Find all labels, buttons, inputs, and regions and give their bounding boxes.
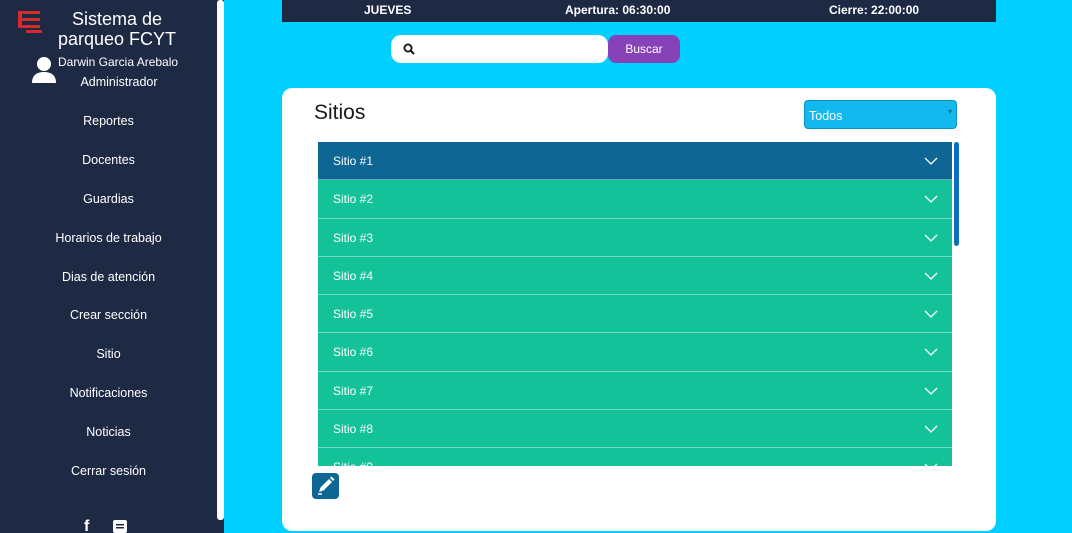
- page-title: Sitios: [314, 101, 366, 124]
- site-row-label: Sitio #2: [333, 192, 374, 207]
- sidebar-item-guardias[interactable]: Guardias: [0, 190, 217, 229]
- site-row[interactable]: Sitio #2: [318, 180, 952, 219]
- list-scrollbar[interactable]: [954, 142, 959, 246]
- sidebar-scrollbar[interactable]: [217, 0, 224, 520]
- chevron-down-icon[interactable]: [924, 422, 938, 436]
- sidebar-item-sitio[interactable]: Sitio: [0, 345, 217, 384]
- pencil-icon: [318, 476, 335, 495]
- filter-value: Todos: [809, 109, 843, 123]
- sidebar-item-cerrar-sesion[interactable]: Cerrar sesión: [0, 462, 217, 501]
- site-row[interactable]: Sitio #5: [318, 295, 952, 334]
- site-row-label: Sitio #4: [333, 268, 374, 283]
- opening-time: Apertura: 06:30:00: [565, 3, 671, 17]
- sidebar: Sistema de parqueo FCYT Darwin Garcia Ar…: [0, 0, 224, 533]
- facebook-icon[interactable]: f: [84, 518, 89, 533]
- site-row-label: Sitio #9: [333, 460, 373, 466]
- site-row-label: Sitio #5: [333, 307, 374, 322]
- site-row-label: Sitio #8: [333, 422, 374, 437]
- schedule-bar: JUEVES Apertura: 06:30:00 Cierre: 22:00:…: [282, 0, 996, 22]
- chevron-down-icon[interactable]: [924, 269, 938, 283]
- chevron-down-icon[interactable]: [924, 154, 938, 168]
- chevron-down-icon[interactable]: [924, 345, 938, 359]
- app-title: Sistema de parqueo FCYT: [57, 9, 177, 49]
- chevron-down-icon: ▾: [947, 107, 952, 116]
- search-button[interactable]: Buscar: [608, 35, 680, 63]
- site-row-label: Sitio #6: [333, 345, 374, 360]
- search-icon: [403, 43, 415, 55]
- current-day: JUEVES: [364, 3, 412, 17]
- site-row-label: Sitio #1: [333, 154, 374, 168]
- site-row[interactable]: Sitio #9: [318, 448, 952, 466]
- search-input[interactable]: [423, 39, 598, 59]
- sidebar-item-docentes[interactable]: Docentes: [0, 151, 217, 190]
- chevron-down-icon[interactable]: [924, 192, 938, 206]
- sidebar-item-notificaciones[interactable]: Notificaciones: [0, 384, 217, 423]
- sidebar-item-crear-seccion[interactable]: Crear sección: [0, 306, 217, 345]
- chevron-down-icon[interactable]: [924, 384, 938, 398]
- site-row[interactable]: Sitio #3: [318, 218, 952, 257]
- edit-button[interactable]: [312, 473, 339, 499]
- search-box: [391, 35, 608, 63]
- sidebar-item-dias-atencion[interactable]: Dias de atención: [0, 268, 217, 307]
- user-avatar-icon: [32, 57, 56, 83]
- site-row[interactable]: Sitio #8: [318, 410, 952, 449]
- site-row[interactable]: Sitio #6: [318, 333, 952, 372]
- sidebar-item-noticias[interactable]: Noticias: [0, 423, 217, 462]
- closing-time: Cierre: 22:00:00: [829, 3, 920, 17]
- sidebar-item-horarios[interactable]: Horarios de trabajo: [0, 229, 217, 268]
- site-row[interactable]: Sitio #1: [318, 142, 952, 181]
- site-row-label: Sitio #7: [333, 383, 374, 398]
- site-row[interactable]: Sitio #7: [318, 371, 952, 411]
- filter-select[interactable]: Todos ▾: [804, 100, 957, 129]
- chevron-down-icon[interactable]: [924, 307, 938, 321]
- sites-card: Sitios Todos ▾ Sitio #1 Sitio #2 Sitio #3 S…: [282, 88, 996, 531]
- chevron-down-icon[interactable]: [924, 460, 938, 466]
- user-role: Administrador: [80, 75, 158, 89]
- logo-icon: [18, 11, 42, 33]
- document-icon[interactable]: [113, 520, 127, 533]
- site-row[interactable]: Sitio #4: [318, 256, 952, 296]
- chevron-down-icon[interactable]: [924, 231, 938, 245]
- sidebar-nav: Reportes Docentes Guardias Horarios de t…: [0, 112, 217, 501]
- sidebar-item-reportes[interactable]: Reportes: [0, 112, 217, 151]
- site-row-label: Sitio #3: [333, 230, 374, 245]
- user-name: Darwin Garcia Arebalo: [58, 55, 179, 69]
- sites-list: Sitio #1 Sitio #2 Sitio #3 Sitio #4 Sitio #5…: [318, 142, 953, 466]
